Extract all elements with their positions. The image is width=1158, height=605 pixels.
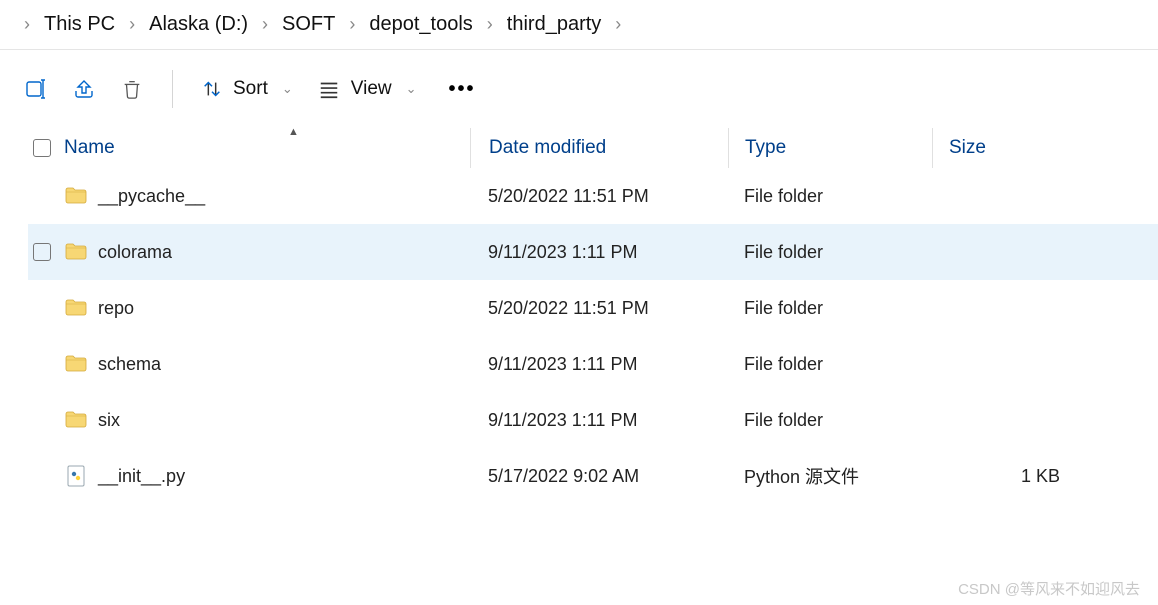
table-row[interactable]: schema 9/11/2023 1:11 PMFile folder [28,336,1158,392]
table-row[interactable]: __init__.py 5/17/2022 9:02 AMPython 源文件 1 … [28,448,1158,504]
chevron-down-icon: ⌄ [282,81,293,97]
file-type: File folder [728,354,932,375]
breadcrumb-item[interactable]: Alaska (D:) [149,13,248,36]
sort-label: Sort [233,78,268,100]
select-all-checkbox[interactable] [33,139,51,157]
table-row[interactable]: colorama 9/11/2023 1:11 PMFile folder [28,224,1158,280]
file-type: File folder [728,298,932,319]
toolbar: Sort ⌄ View ⌄ ••• [0,50,1158,128]
file-name: __init__.py [98,466,185,487]
rename-icon[interactable] [14,67,58,111]
column-date[interactable]: Date modified [470,128,728,168]
chevron-right-icon[interactable]: › [262,14,268,35]
file-type: File folder [728,242,932,263]
breadcrumb: › This PC › Alaska (D:) › SOFT › depot_t… [0,0,1158,50]
folder-icon [64,240,88,264]
delete-icon[interactable] [110,67,154,111]
chevron-right-icon[interactable]: › [349,14,355,35]
sort-ascending-icon: ▲ [288,126,299,138]
column-headers: ▲ Name Date modified Type Size [28,128,1158,168]
separator [172,70,173,108]
watermark: CSDN @等风来不如迎风去 [958,578,1140,599]
file-date: 9/11/2023 1:11 PM [470,242,728,263]
sort-button[interactable]: Sort ⌄ [191,78,303,100]
file-name: repo [98,298,134,319]
file-name: __pycache__ [98,186,205,207]
chevron-down-icon: ⌄ [406,81,417,97]
file-date: 5/20/2022 11:51 PM [470,298,728,319]
file-name: colorama [98,242,172,263]
share-icon[interactable] [62,67,106,111]
folder-icon [64,352,88,376]
file-date: 9/11/2023 1:11 PM [470,410,728,431]
file-size: 1 KB [948,466,1068,487]
table-row[interactable]: six 9/11/2023 1:11 PMFile folder [28,392,1158,448]
file-name: six [98,410,120,431]
breadcrumb-item[interactable]: SOFT [282,13,335,36]
table-row[interactable]: repo 5/20/2022 11:51 PMFile folder [28,280,1158,336]
file-type: File folder [728,410,932,431]
breadcrumb-item[interactable]: This PC [44,13,115,36]
row-checkbox[interactable] [33,243,51,261]
file-name: schema [98,354,161,375]
chevron-right-icon[interactable]: › [24,14,30,35]
column-name[interactable]: Name [56,137,470,159]
file-date: 5/17/2022 9:02 AM [470,466,728,487]
view-label: View [351,78,392,100]
chevron-right-icon[interactable]: › [487,14,493,35]
column-size[interactable]: Size [932,128,1072,168]
breadcrumb-item[interactable]: third_party [507,13,602,36]
file-date: 5/20/2022 11:51 PM [470,186,728,207]
more-button[interactable]: ••• [431,78,494,101]
file-date: 9/11/2023 1:11 PM [470,354,728,375]
breadcrumb-item[interactable]: depot_tools [369,13,472,36]
table-row[interactable]: __pycache__ 5/20/2022 11:51 PMFile folder [28,168,1158,224]
folder-icon [64,184,88,208]
folder-icon [64,408,88,432]
view-button[interactable]: View ⌄ [307,78,427,100]
file-type: File folder [728,186,932,207]
python-file-icon [64,464,88,488]
chevron-right-icon[interactable]: › [129,14,135,35]
file-type: Python 源文件 [728,463,932,489]
folder-icon [64,296,88,320]
column-type[interactable]: Type [728,128,932,168]
chevron-right-icon[interactable]: › [615,14,621,35]
file-list: ▲ Name Date modified Type Size __pycache… [0,128,1158,504]
